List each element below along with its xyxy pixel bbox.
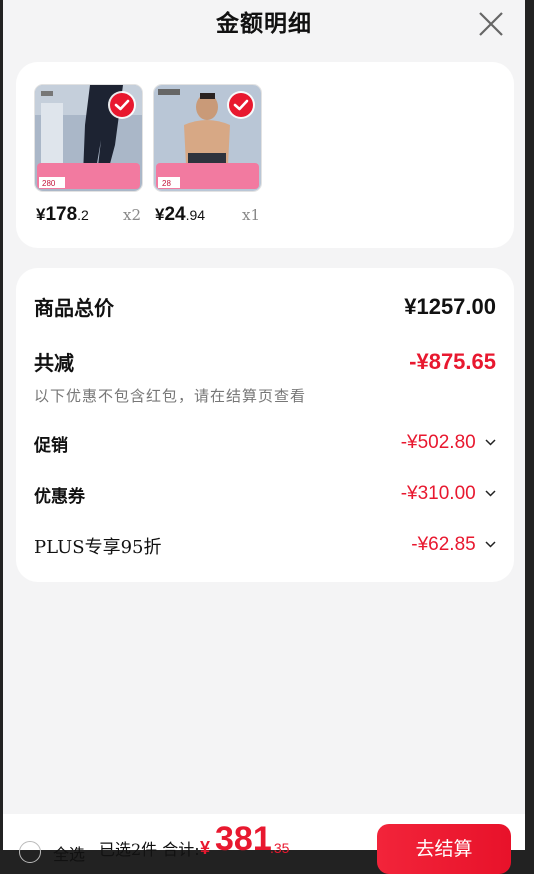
price-integer: 178 — [45, 204, 78, 225]
select-all-label[interactable]: 全选 — [53, 841, 85, 865]
product-thumbnail[interactable]: 28 — [153, 84, 262, 192]
thumb-price-tag: 280 — [42, 179, 56, 188]
select-all-radio[interactable] — [19, 841, 41, 863]
plus-discount-value: -¥62.85 — [411, 534, 496, 556]
promotion-value: -¥502.80 — [401, 432, 496, 454]
plus-discount-amount: -¥62.85 — [411, 534, 476, 555]
product-thumbnail[interactable]: 280 — [34, 84, 143, 192]
promotion-label: 促销 — [34, 436, 68, 456]
coupon-label: 优惠券 — [34, 487, 85, 507]
chevron-down-icon — [485, 439, 496, 447]
product-price: ¥24.94 — [155, 204, 205, 226]
plus-discount-label: PLUS专享95折 — [34, 537, 162, 558]
product-quantity: x1 — [242, 206, 261, 224]
discount-note: 以下优惠不包含红包，请在结算页查看 — [34, 387, 307, 405]
coupon-value: -¥310.00 — [401, 483, 496, 505]
total-price-value: ¥1257.00 — [404, 294, 496, 319]
total-currency: ¥ — [200, 838, 211, 858]
promotion-amount: -¥502.80 — [400, 432, 476, 453]
product-quantity: x2 — [123, 206, 142, 224]
chevron-down-icon — [485, 541, 496, 549]
thumb-price-tag: 28 — [162, 179, 171, 188]
discount-value: -¥875.65 — [409, 349, 496, 374]
product-price: ¥178.2 — [36, 204, 89, 226]
price-decimal: .2 — [77, 207, 89, 223]
total-price-label: 商品总价 — [34, 296, 114, 320]
product-card: 280 ¥178.2 x2 28 ¥24.94 x1 — [16, 62, 514, 248]
chevron-down-icon — [485, 490, 496, 498]
checkout-button[interactable]: 去结算 — [377, 824, 511, 874]
discount-label: 共减 — [34, 351, 74, 375]
total-amount-integer: 381 — [215, 820, 272, 858]
coupon-amount: -¥310.00 — [400, 483, 476, 504]
checkout-bar: 全选 已选2件 合计: ¥ 381 .35 去结算 — [3, 814, 525, 874]
checked-icon[interactable] — [110, 93, 134, 117]
price-integer: 24 — [164, 204, 186, 225]
selected-count-label: 已选2件 合计: — [99, 840, 200, 859]
close-icon[interactable] — [477, 10, 505, 38]
price-decimal: .94 — [185, 207, 206, 223]
checked-icon[interactable] — [229, 93, 253, 117]
amount-detail-sheet: 金额明细 280 ¥178.2 x2 28 ¥24.94 x1 商品总价 ¥12… — [3, 0, 525, 850]
price-summary-card: 商品总价 ¥1257.00 共减 -¥875.65 以下优惠不包含红包，请在结算… — [16, 268, 514, 582]
total-amount-decimal: .35 — [270, 840, 290, 856]
sheet-title: 金额明细 — [216, 10, 312, 37]
